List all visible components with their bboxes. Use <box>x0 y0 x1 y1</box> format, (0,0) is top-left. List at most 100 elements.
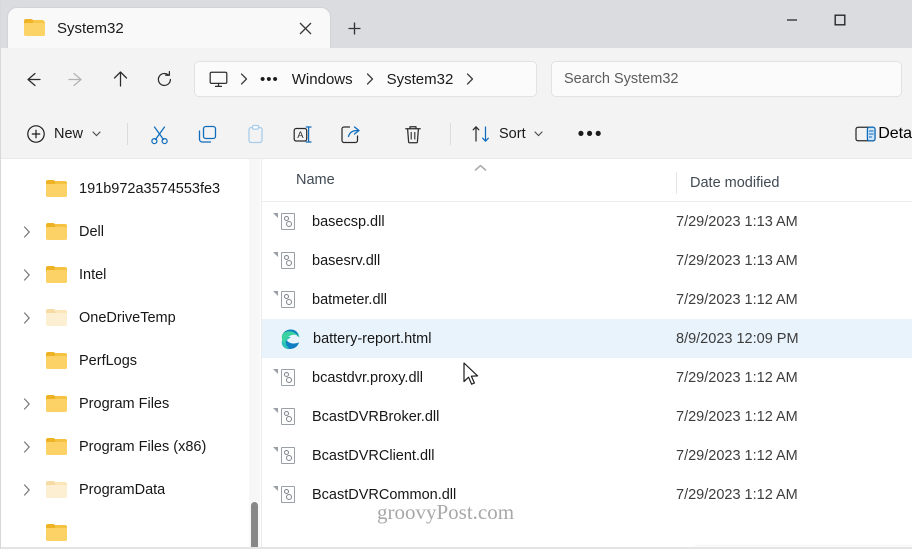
chevron-right-icon[interactable] <box>14 219 40 245</box>
breadcrumb[interactable]: ••• Windows System32 <box>194 61 537 97</box>
see-more-button[interactable]: ••• <box>570 117 612 151</box>
see-more-label: ••• <box>577 123 604 145</box>
share-icon <box>339 122 363 146</box>
column-header-date-modified[interactable]: Date modified <box>676 172 779 194</box>
new-label: New <box>54 126 84 142</box>
file-row[interactable]: BcastDVRBroker.dll 7/29/2023 1:12 AM <box>262 397 912 436</box>
sidebar-item-perflogs[interactable]: PerfLogs <box>6 339 256 382</box>
chevron-right-icon[interactable] <box>14 391 40 417</box>
file-row[interactable]: BcastDVRClient.dll 7/29/2023 1:12 AM <box>262 436 912 475</box>
minimize-button[interactable] <box>768 0 816 40</box>
delete-button[interactable] <box>392 117 434 151</box>
cut-button[interactable] <box>138 117 180 151</box>
maximize-button[interactable] <box>816 0 864 40</box>
column-header-name[interactable]: Name <box>296 172 335 188</box>
title-bar: System32 <box>0 0 912 48</box>
window-left-edge <box>0 0 1 549</box>
chevron-right-icon[interactable] <box>14 262 40 288</box>
file-name: bcastdvr.proxy.dll <box>312 369 423 386</box>
share-button[interactable] <box>330 117 372 151</box>
sidebar-item-label: 191b972a3574553fe3 <box>79 180 221 197</box>
rename-button[interactable]: A <box>282 117 324 151</box>
sidebar-item-dell[interactable]: Dell <box>6 210 256 253</box>
forward-button[interactable] <box>58 62 94 96</box>
sidebar-item-programdata[interactable]: ProgramData <box>6 468 256 511</box>
file-name: battery-report.html <box>313 330 432 347</box>
dll-file-icon <box>273 290 300 310</box>
dll-file-icon <box>273 251 300 271</box>
sidebar-item-onedrivetemp[interactable]: OneDriveTemp <box>6 296 256 339</box>
close-button[interactable] <box>864 0 912 40</box>
plus-circle-icon <box>24 122 48 146</box>
rename-icon: A <box>291 122 315 146</box>
navigation-pane: 191b972a3574553fe3 Dell Intel OneDriveTemp P… <box>0 159 262 549</box>
dll-file-icon <box>273 446 300 466</box>
chevron-down-icon <box>89 131 103 137</box>
sidebar-item-partial[interactable] <box>6 511 256 549</box>
command-bar: New A Sort ••• Deta <box>0 110 912 158</box>
navigation-bar: ••• Windows System32 Search System32 <box>0 48 912 110</box>
sidebar-item-program-files-x86[interactable]: Program Files (x86) <box>6 425 256 468</box>
tab-strip: System32 <box>0 0 372 48</box>
search-input[interactable]: Search System32 <box>551 61 902 97</box>
close-icon[interactable] <box>292 15 318 41</box>
tab-system32[interactable]: System32 <box>8 8 330 48</box>
file-date-modified: 7/29/2023 1:12 AM <box>676 408 798 425</box>
minimize-icon <box>787 19 797 21</box>
file-row[interactable]: bcastdvr.proxy.dll 7/29/2023 1:12 AM <box>262 358 912 397</box>
plus-icon <box>348 22 360 34</box>
chevron-right-icon[interactable] <box>14 434 40 460</box>
file-row[interactable]: batmeter.dll 7/29/2023 1:12 AM <box>262 280 912 319</box>
chevron-right-icon[interactable] <box>460 73 480 85</box>
back-button[interactable] <box>14 62 50 96</box>
trash-icon <box>401 122 425 146</box>
file-row[interactable]: BcastDVRCommon.dll 7/29/2023 1:12 AM <box>262 475 912 514</box>
breadcrumb-item-windows[interactable]: Windows <box>285 68 360 91</box>
breadcrumb-item-system32[interactable]: System32 <box>380 68 461 91</box>
this-pc-icon[interactable] <box>203 71 234 88</box>
sort-button[interactable]: Sort <box>461 117 554 151</box>
sort-arrows-icon <box>469 122 493 146</box>
sort-ascending-icon <box>474 163 487 175</box>
view-details-button[interactable]: Deta <box>846 117 912 151</box>
sidebar-item-intel[interactable]: Intel <box>6 253 256 296</box>
file-date-modified: 7/29/2023 1:12 AM <box>676 369 798 386</box>
maximize-icon <box>834 14 846 26</box>
file-name: BcastDVRClient.dll <box>312 447 435 464</box>
file-row[interactable]: basecsp.dll 7/29/2023 1:13 AM <box>262 202 912 241</box>
sidebar-scroll-track[interactable] <box>249 159 260 549</box>
file-name: BcastDVRCommon.dll <box>312 486 457 503</box>
file-name: basecsp.dll <box>312 213 385 230</box>
file-date-modified: 7/29/2023 1:13 AM <box>676 252 798 269</box>
folder-icon <box>46 265 68 284</box>
chevron-right-icon[interactable] <box>14 477 40 503</box>
sidebar-item-label: Program Files (x86) <box>79 438 207 455</box>
up-button[interactable] <box>102 62 138 96</box>
details-label: Deta <box>878 125 912 142</box>
sidebar-scrollbar-thumb[interactable] <box>251 502 258 549</box>
copy-button[interactable] <box>186 117 228 151</box>
folder-icon <box>46 394 68 413</box>
file-explorer-window: System32 ••• Windows System32 Search Sys… <box>0 0 912 549</box>
copy-icon <box>195 122 219 146</box>
dll-file-icon <box>273 407 300 427</box>
sidebar-item-program-files[interactable]: Program Files <box>6 382 256 425</box>
sort-label: Sort <box>499 126 526 142</box>
breadcrumb-overflow[interactable]: ••• <box>254 69 285 90</box>
file-row[interactable]: battery-report.html 8/9/2023 12:09 PM <box>262 319 912 358</box>
sidebar-item-191b972a3574553fe3[interactable]: 191b972a3574553fe3 <box>6 167 256 210</box>
divider <box>127 123 129 145</box>
file-list: basecsp.dll 7/29/2023 1:13 AM basesrv.dll 7… <box>262 202 912 514</box>
chevron-right-icon[interactable] <box>360 73 380 85</box>
sidebar-item-label: ProgramData <box>79 481 166 498</box>
file-date-modified: 7/29/2023 1:12 AM <box>676 447 798 464</box>
svg-text:A: A <box>297 130 304 141</box>
folder-icon <box>46 351 68 370</box>
file-row[interactable]: basesrv.dll 7/29/2023 1:13 AM <box>262 241 912 280</box>
paste-button[interactable] <box>234 117 276 151</box>
new-tab-button[interactable] <box>336 11 372 45</box>
folder-icon <box>46 437 68 456</box>
chevron-right-icon[interactable] <box>14 305 40 331</box>
refresh-button[interactable] <box>146 62 182 96</box>
new-button[interactable]: New <box>16 117 111 151</box>
